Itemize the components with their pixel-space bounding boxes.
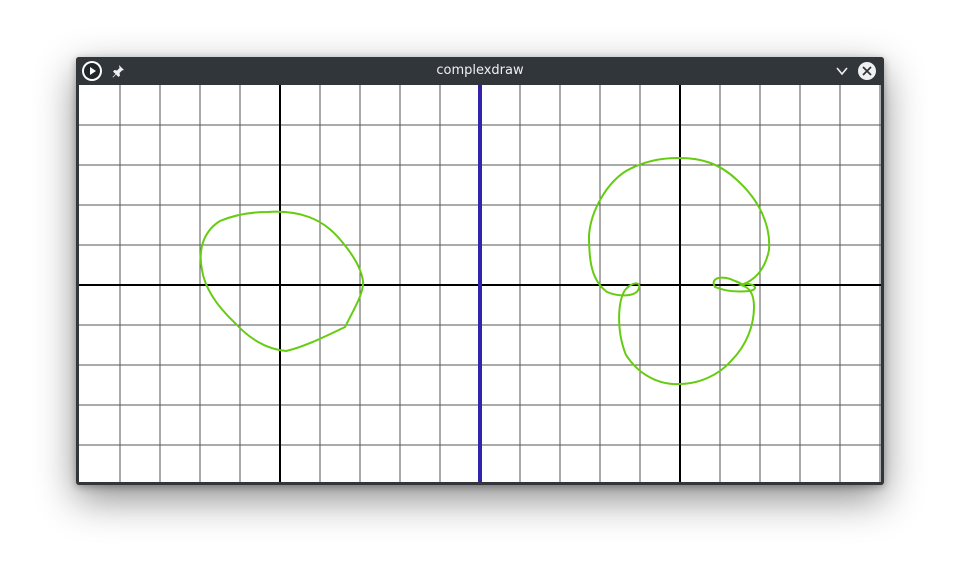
app-menu-button[interactable] — [82, 61, 102, 81]
drawing-canvas[interactable] — [79, 85, 881, 482]
window-title: complexdraw — [436, 63, 524, 78]
complex-plane-svg[interactable] — [79, 85, 881, 482]
app-window: complexdraw — [76, 57, 884, 485]
grid-vertical — [119, 85, 881, 482]
titlebar[interactable]: complexdraw — [76, 57, 884, 85]
minimize-button[interactable] — [834, 63, 850, 79]
close-icon — [862, 66, 872, 76]
chevron-down-icon — [836, 67, 848, 76]
input-curve — [199, 210, 365, 353]
app-menu-icon — [84, 63, 100, 79]
pin-icon — [112, 65, 124, 78]
pin-button[interactable] — [110, 63, 126, 79]
close-button[interactable] — [858, 62, 876, 80]
